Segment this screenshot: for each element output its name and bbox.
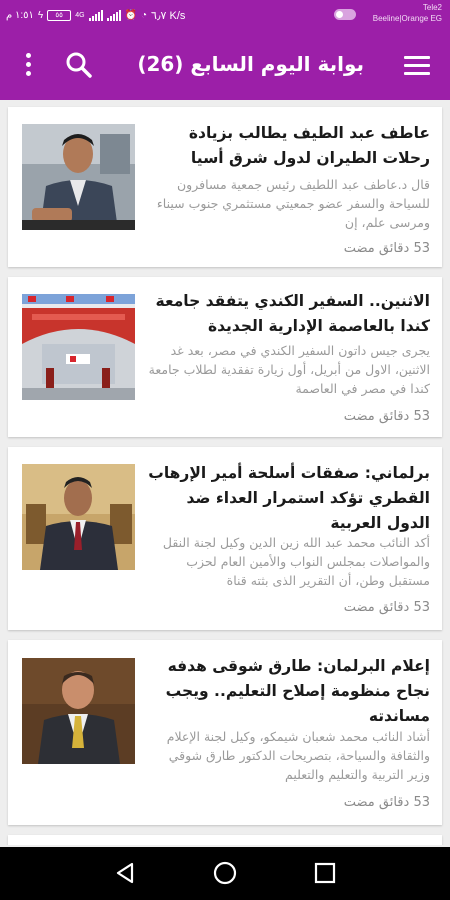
app-bar: بوابة اليوم السابع (26) <box>0 30 450 100</box>
news-headline[interactable]: إعلام البرلمان: طارق شوقى هدفه نجاح منظو… <box>148 654 430 729</box>
data-saver-icon <box>334 9 356 20</box>
news-card[interactable]: برلماني: صفقات أسلحة أمير الإرهاب القطري… <box>8 447 442 630</box>
news-card-partial[interactable] <box>8 835 442 845</box>
news-excerpt: يجرى جيس داتون السفير الكندي في مصر، بعد… <box>148 343 430 396</box>
status-bar: ١:٥١ م ϟ ٥٥ 4G ⏰ ◔ ٦٫٧ K/s Tele2 Beeline… <box>0 0 450 30</box>
news-card[interactable]: عاطف عبد الطيف يطالب بزيادة رحلات الطيرا… <box>8 107 442 267</box>
news-time: 53 دقائق مضت <box>343 795 430 810</box>
news-feed[interactable]: عاطف عبد الطيف يطالب بزيادة رحلات الطيرا… <box>0 100 450 845</box>
news-headline[interactable]: عاطف عبد الطيف يطالب بزيادة رحلات الطيرا… <box>148 121 430 171</box>
news-time: 53 دقائق مضت <box>343 600 430 615</box>
network-badge: 4G <box>75 11 85 19</box>
home-circle-icon[interactable] <box>211 859 239 887</box>
news-excerpt: أشاد النائب محمد شعبان شيمكو، وكيل لجنة … <box>166 729 430 782</box>
network-speed: ٦٫٧ K/s <box>151 9 186 22</box>
carrier-label: Tele2 Beeline|Orange EG <box>373 2 442 24</box>
carrier-line-2: Beeline|Orange EG <box>372 14 442 23</box>
news-time: 53 دقائق مضت <box>343 241 430 256</box>
news-time: 53 دقائق مضت <box>343 409 430 424</box>
charging-icon: ϟ <box>37 9 44 21</box>
back-triangle-icon[interactable] <box>112 859 140 887</box>
page-title: بوابة اليوم السابع (26) <box>137 52 364 76</box>
battery-icon: ٥٥ <box>47 9 72 21</box>
signal-icon-2 <box>106 9 121 21</box>
news-headline[interactable]: برلماني: صفقات أسلحة أمير الإرهاب القطري… <box>148 461 430 536</box>
system-nav-bar <box>0 847 450 900</box>
signal-icon <box>88 9 103 21</box>
hamburger-icon[interactable] <box>404 54 430 76</box>
search-icon[interactable] <box>64 50 94 80</box>
news-card[interactable]: إعلام البرلمان: طارق شوقى هدفه نجاح منظو… <box>8 640 442 825</box>
news-card[interactable]: الاثنين.. السفير الكندي يتفقد جامعة كندا… <box>8 277 442 437</box>
news-thumbnail[interactable] <box>22 464 135 570</box>
news-thumbnail[interactable] <box>22 294 135 400</box>
battery-level: ٥٥ <box>55 11 63 19</box>
news-headline[interactable]: الاثنين.. السفير الكندي يتفقد جامعة كندا… <box>148 289 430 339</box>
alarm-icon: ⏰ <box>124 9 137 21</box>
news-thumbnail[interactable] <box>22 658 135 764</box>
status-time: ١:٥١ م <box>6 9 34 21</box>
news-thumbnail[interactable] <box>22 124 135 230</box>
news-excerpt: أكد النائب محمد عبد الله زين الدين وكيل … <box>162 535 430 588</box>
wifi-icon: ◔ <box>140 9 148 21</box>
recents-square-icon[interactable] <box>311 859 339 887</box>
carrier-line-1: Tele2 <box>422 3 442 12</box>
news-excerpt: قال د.عاطف عبد اللطيف رئيس جمعية مسافرون… <box>156 177 430 230</box>
status-left-group: ١:٥١ م ϟ ٥٥ 4G ⏰ ◔ ٦٫٧ K/s <box>6 7 185 23</box>
more-vert-icon[interactable] <box>16 50 40 80</box>
